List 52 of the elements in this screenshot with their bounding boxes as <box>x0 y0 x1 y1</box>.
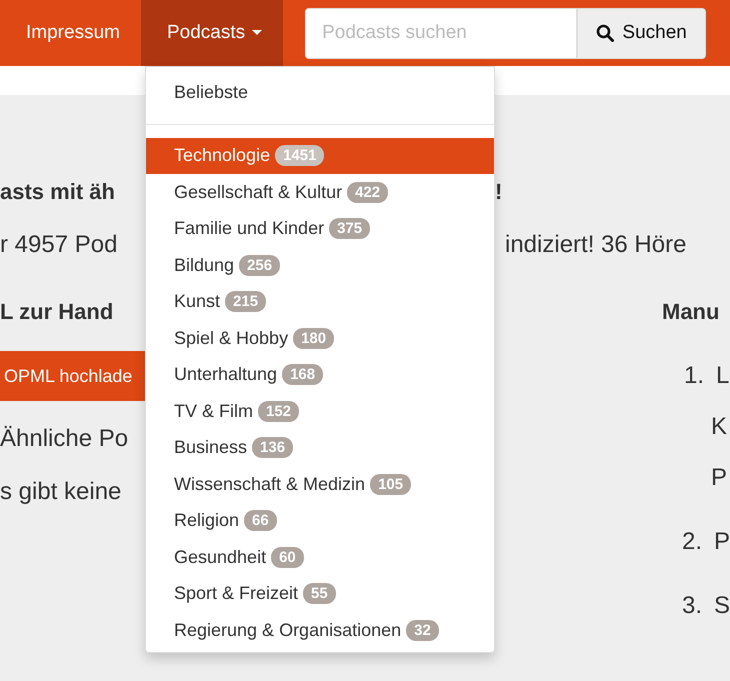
menu-item[interactable]: Gesellschaft & Kultur 422 <box>146 174 494 210</box>
menu-item[interactable]: Wissenschaft & Medizin 105 <box>146 466 494 502</box>
list-number: 1. <box>682 361 705 391</box>
subheading: Manu <box>662 299 720 324</box>
menu-item[interactable]: Business 136 <box>146 430 494 466</box>
count-badge: 136 <box>252 437 294 458</box>
menu-item[interactable]: Beliebste <box>146 74 494 110</box>
body-text: Ähnliche Po <box>0 425 128 452</box>
heading: ! <box>495 179 502 204</box>
body-text: K <box>711 413 728 440</box>
count-badge: 66 <box>244 510 277 532</box>
count-badge: 422 <box>347 182 388 203</box>
body-text: P <box>711 464 728 491</box>
caret-icon <box>252 30 262 36</box>
list-text: L <box>716 361 730 391</box>
list-number: 3. <box>680 591 703 621</box>
count-badge: 1451 <box>275 145 324 166</box>
count-badge: 256 <box>239 254 280 276</box>
list-number: 2. <box>680 527 703 557</box>
body-text: indiziert! 36 Höre <box>505 231 686 258</box>
menu-item[interactable]: Technologie 1451 <box>146 138 494 174</box>
list-text: S <box>714 591 730 621</box>
body-text: s gibt keine <box>0 478 122 505</box>
count-badge: 152 <box>258 400 300 422</box>
menu-item[interactable]: Religion 66 <box>146 502 494 539</box>
menu-item[interactable]: Spiel & Hobby 180 <box>146 320 494 356</box>
nav-link[interactable]: Impressum <box>0 0 141 66</box>
count-badge: 55 <box>303 583 336 604</box>
list-text: P <box>714 527 730 557</box>
body-text: r 4957 Pod <box>0 231 118 258</box>
search-field[interactable]: Podcasts suchen <box>305 8 578 58</box>
search-button[interactable]: Suchen <box>577 8 706 58</box>
count-badge: 180 <box>293 328 334 349</box>
search-icon <box>596 24 614 42</box>
menu-item[interactable]: Gesundheit 60 <box>146 539 494 576</box>
heading: asts mit äh <box>0 179 115 204</box>
upload-button[interactable]: OPML hochlade <box>0 351 145 401</box>
menu-item[interactable]: Sport & Freizeit 55 <box>146 576 494 612</box>
menu-item[interactable]: Familie und Kinder 375 <box>146 210 494 247</box>
menu-item[interactable]: Unterhaltung 168 <box>146 356 494 393</box>
menu-item[interactable]: Bildung 256 <box>146 247 494 284</box>
dropdown-toggle[interactable]: Podcasts <box>140 0 284 66</box>
menu-item[interactable]: TV & Film 152 <box>146 393 494 430</box>
count-badge: 32 <box>406 620 439 641</box>
menu-item[interactable]: Regierung & Organisationen 32 <box>146 612 494 648</box>
subheading: L zur Hand <box>0 299 114 324</box>
menu-item[interactable]: Kunst 215 <box>146 284 494 320</box>
count-badge: 60 <box>271 546 304 568</box>
count-badge: 375 <box>329 218 370 240</box>
count-badge: 215 <box>225 291 266 312</box>
count-badge: 105 <box>370 474 412 495</box>
count-badge: 168 <box>282 364 324 386</box>
